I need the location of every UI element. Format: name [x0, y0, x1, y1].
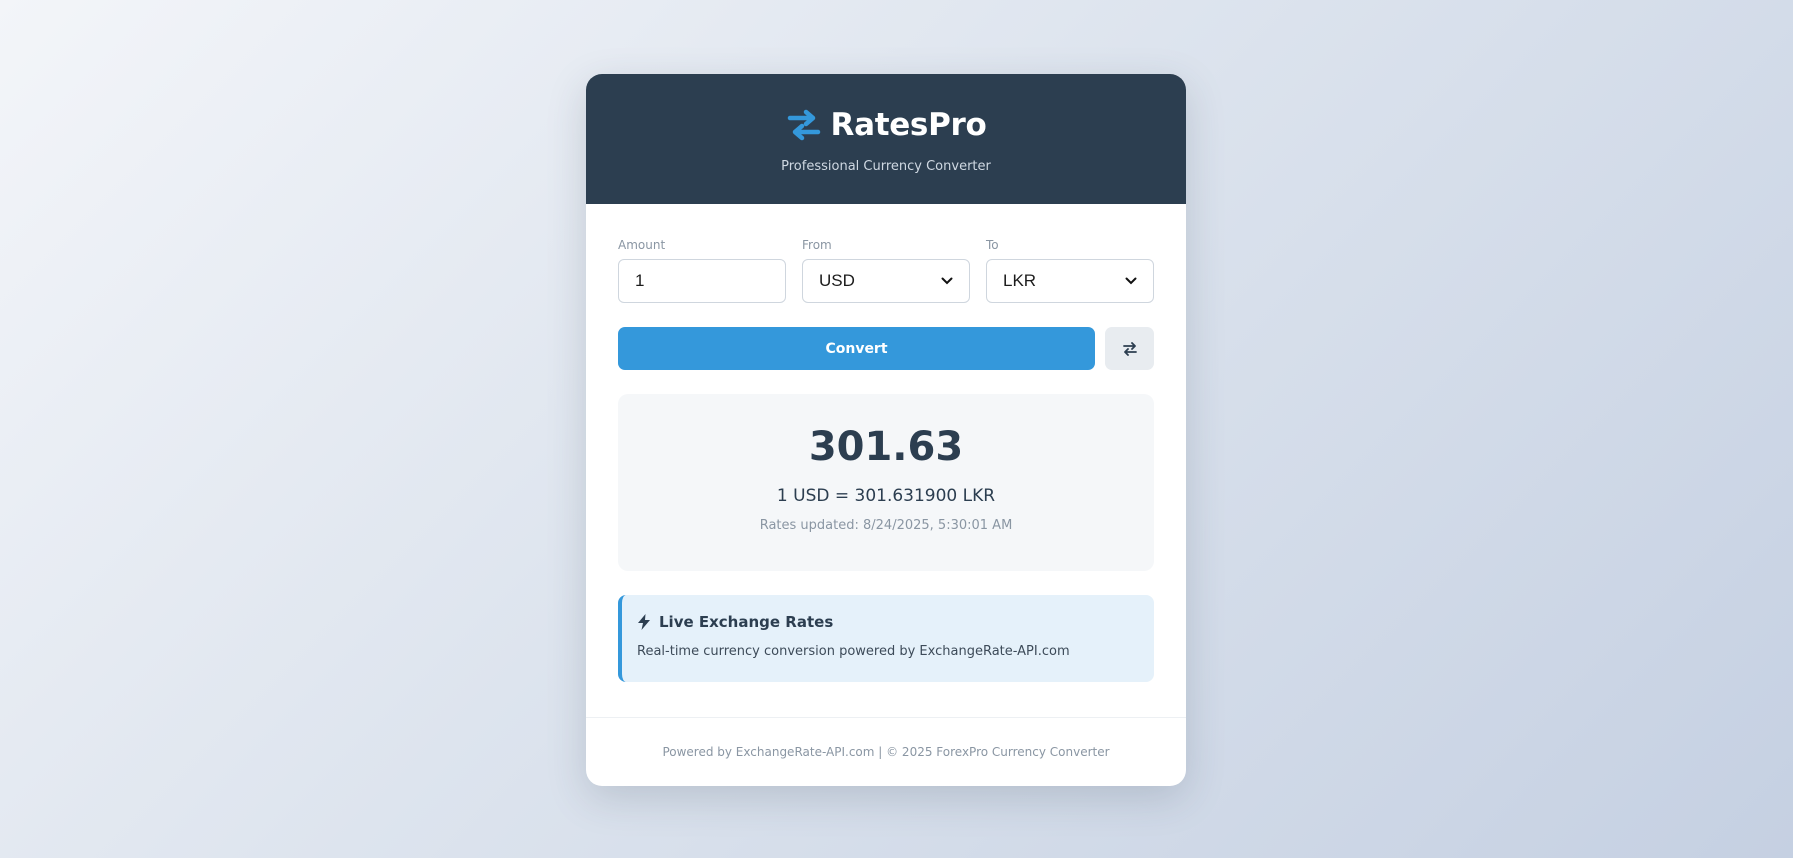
app-name: RatesPro	[830, 107, 987, 143]
swap-currencies-button[interactable]	[1105, 327, 1154, 370]
info-title: Live Exchange Rates	[637, 595, 1154, 631]
info-title-text: Live Exchange Rates	[659, 613, 834, 631]
footer-text: Powered by ExchangeRate-API.com | © 2025…	[662, 745, 1110, 759]
app-header: RatesPro Professional Currency Converter	[586, 74, 1186, 204]
action-row: Convert	[618, 327, 1154, 370]
to-currency-select[interactable]: LKR	[986, 259, 1154, 303]
chevron-down-icon	[941, 277, 953, 285]
result-panel: 301.63 1 USD = 301.631900 LKR Rates upda…	[618, 394, 1154, 571]
from-field-group: From USD	[802, 238, 970, 303]
converted-amount: 301.63	[808, 424, 964, 470]
to-currency-value: LKR	[1003, 271, 1037, 290]
app-tagline: Professional Currency Converter	[781, 159, 991, 174]
converter-body: Amount 1 From USD To LKR Convert 301.63 …	[586, 238, 1186, 682]
to-field-group: To LKR	[986, 238, 1154, 303]
from-currency-value: USD	[819, 271, 855, 290]
amount-field-group: Amount 1	[618, 238, 786, 303]
bolt-icon	[638, 614, 650, 630]
from-label: From	[802, 238, 832, 252]
footer: Powered by ExchangeRate-API.com | © 2025…	[586, 717, 1186, 786]
chevron-down-icon	[1125, 277, 1137, 285]
input-row: Amount 1 From USD To LKR	[618, 238, 1154, 303]
amount-value: 1	[635, 271, 645, 290]
info-description: Real-time currency conversion powered by…	[637, 644, 1070, 659]
exchange-rate-text: 1 USD = 301.631900 LKR	[776, 486, 996, 506]
live-rates-info-box: Live Exchange Rates Real-time currency c…	[618, 595, 1154, 682]
from-currency-select[interactable]: USD	[802, 259, 970, 303]
amount-label: Amount	[618, 238, 666, 252]
converter-card: RatesPro Professional Currency Converter…	[586, 74, 1186, 786]
exchange-arrows-icon	[787, 109, 820, 141]
swap-icon	[1122, 341, 1137, 356]
to-label: To	[986, 238, 999, 252]
convert-button[interactable]: Convert	[618, 327, 1095, 370]
brand: RatesPro	[786, 104, 987, 146]
amount-input[interactable]: 1	[618, 259, 786, 303]
rates-updated-text: Rates updated: 8/24/2025, 5:30:01 AM	[759, 518, 1013, 533]
